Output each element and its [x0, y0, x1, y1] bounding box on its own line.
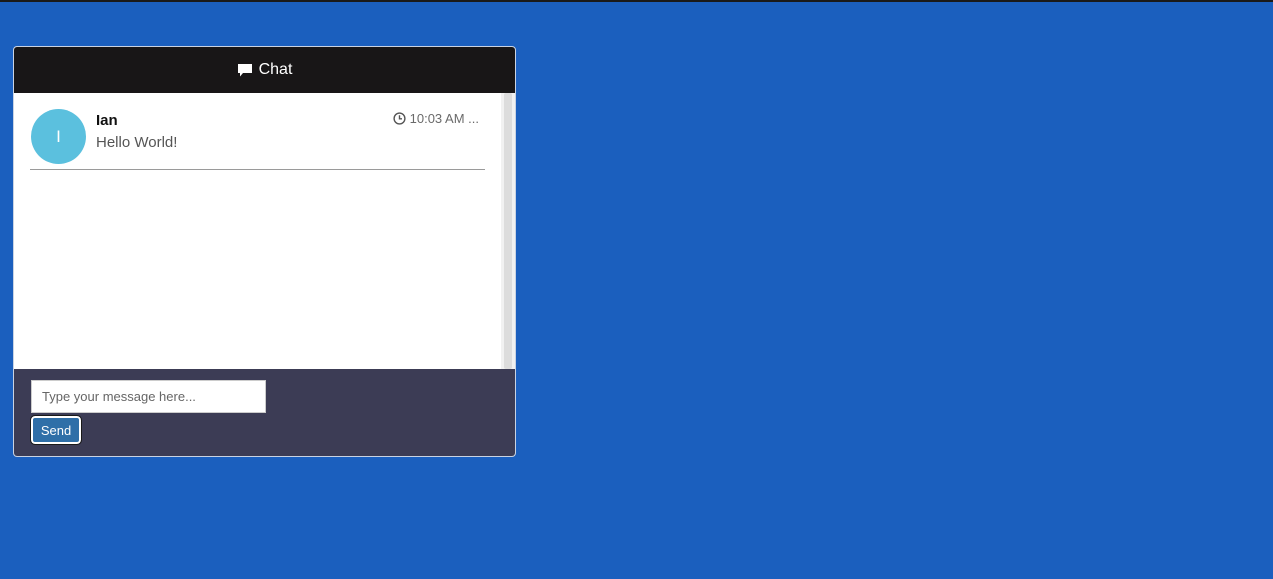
chat-header: Chat	[14, 47, 515, 93]
avatar: I	[31, 109, 86, 164]
clock-icon	[393, 112, 406, 125]
comment-icon	[237, 63, 253, 78]
message-timestamp: 10:03 AM ...	[393, 111, 479, 126]
top-border	[0, 0, 1273, 2]
chat-panel: Chat I Ian Hello World! 10:03 AM ... Sen…	[13, 46, 516, 457]
message-time-text: 10:03 AM ...	[409, 111, 479, 126]
message-author: Ian	[96, 112, 118, 129]
chat-footer: Send	[14, 369, 515, 456]
send-button[interactable]: Send	[30, 415, 82, 445]
scrollbar-thumb[interactable]	[504, 93, 512, 369]
message-list[interactable]: I Ian Hello World! 10:03 AM ...	[14, 93, 515, 369]
message-item: I Ian Hello World! 10:03 AM ...	[30, 109, 485, 170]
message-list-scrollbar[interactable]	[501, 93, 515, 369]
message-text: Hello World!	[96, 134, 178, 151]
message-input[interactable]	[31, 380, 266, 413]
chat-title: Chat	[258, 61, 293, 78]
